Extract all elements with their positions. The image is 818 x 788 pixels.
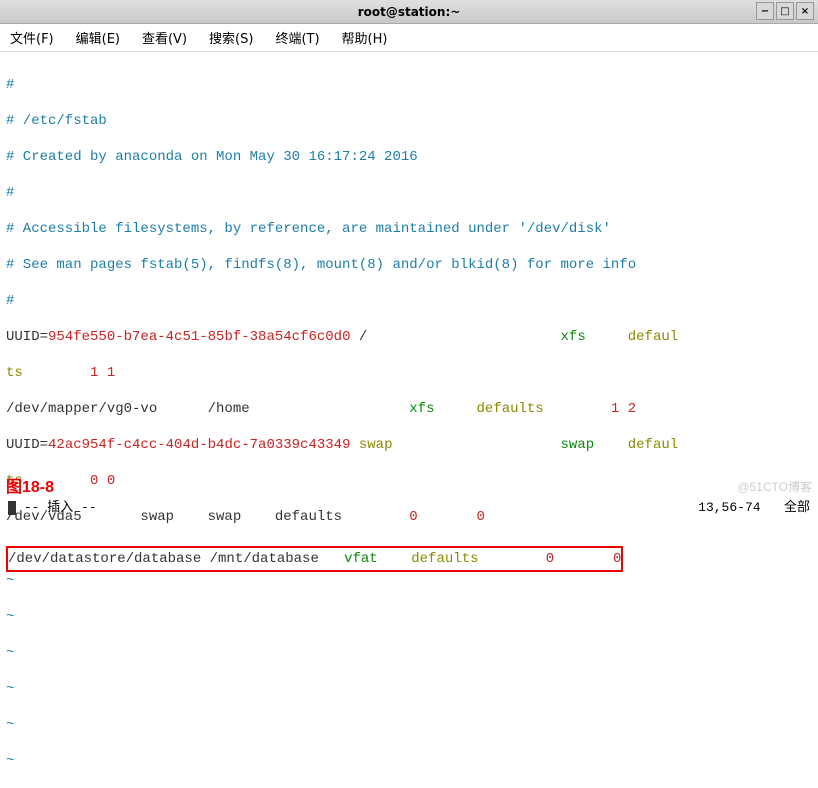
comment-line: # (6, 292, 812, 310)
swap-label: swap (359, 437, 393, 453)
sp (594, 437, 628, 453)
dump-num: 0 (546, 551, 554, 567)
fs-options: defaults (477, 401, 544, 417)
vim-tilde: ~ (6, 680, 812, 698)
device-path: /dev/datastore/database /mnt/database (8, 551, 344, 567)
menu-edit[interactable]: 编辑(E) (72, 26, 124, 49)
sp (554, 551, 613, 567)
comment-line: # See man pages fstab(5), findfs(8), mou… (6, 256, 812, 274)
menubar: 文件(F) 编辑(E) 查看(V) 搜索(S) 终端(T) 帮助(H) (0, 24, 818, 52)
sp (479, 551, 546, 567)
vim-mode-text: -- 插入 -- (24, 500, 97, 515)
cursor-icon (8, 501, 16, 515)
fstab-line-root-wrap: ts 1 1 (6, 364, 812, 382)
comment-line: # (6, 184, 812, 202)
file-percent: 全部 (784, 500, 810, 515)
vim-tilde: ~ (6, 716, 812, 734)
menu-term[interactable]: 终端(T) (271, 26, 323, 49)
sp (586, 329, 628, 345)
uuid-prefix: UUID= (6, 329, 48, 345)
dump-pass: 1 2 (544, 401, 636, 417)
cursor-position: 13,56-74 (698, 500, 760, 515)
vim-tilde: ~ (6, 572, 812, 590)
figure-label: 图18-8 (6, 473, 54, 497)
uuid-prefix: UUID= (6, 437, 48, 453)
fs-options: defaul (628, 437, 678, 453)
fstab-line-root: UUID=954fe550-b7ea-4c51-85bf-38a54cf6c0d… (6, 328, 812, 346)
dump-pass: 1 1 (23, 365, 115, 381)
mount-point: / (350, 329, 560, 345)
vim-tilde: ~ (6, 644, 812, 662)
highlight-box: /dev/datastore/database /mnt/database vf… (6, 546, 623, 572)
comment-line: # Accessible filesystems, by reference, … (6, 220, 812, 238)
fstab-line-swap-wrap: ts 0 0 (6, 472, 812, 490)
menu-help[interactable]: 帮助(H) (338, 26, 392, 49)
sp (392, 437, 560, 453)
minimize-button[interactable]: − (756, 2, 774, 20)
fs-type: swap (561, 437, 595, 453)
sp (434, 401, 476, 417)
comment-line: # Created by anaconda on Mon May 30 16:1… (6, 148, 812, 166)
fs-type: xfs (561, 329, 586, 345)
fs-options: defaults (411, 551, 478, 567)
uuid-value: 42ac954f-c4cc-404d-b4dc-7a0339c43349 (48, 437, 350, 453)
vim-tilde: ~ (6, 752, 812, 770)
titlebar: root@station:~ − □ × (0, 0, 818, 24)
menu-file[interactable]: 文件(F) (6, 26, 58, 49)
window-controls: − □ × (756, 2, 814, 20)
uuid-value: 954fe550-b7ea-4c51-85bf-38a54cf6c0d0 (48, 329, 350, 345)
vim-statusline: -- 插入 -- 13,56-74 全部 (0, 496, 818, 515)
vim-tilde: ~ (6, 608, 812, 626)
window-title: root@station:~ (358, 5, 461, 19)
sp (350, 437, 358, 453)
watermark: @51CTO博客 (737, 478, 812, 495)
fs-type: vfat (344, 551, 378, 567)
fstab-line-home: /dev/mapper/vg0-vo /home xfs defaults 1 … (6, 400, 812, 418)
fstab-line-swap: UUID=42ac954f-c4cc-404d-b4dc-7a0339c4334… (6, 436, 812, 454)
maximize-button[interactable]: □ (776, 2, 794, 20)
sp (378, 551, 412, 567)
device-path: /dev/mapper/vg0-vo /home (6, 401, 409, 417)
pass-num: 0 (613, 551, 621, 567)
menu-search[interactable]: 搜索(S) (205, 26, 257, 49)
menu-view[interactable]: 查看(V) (138, 26, 191, 49)
comment-line: # /etc/fstab (6, 112, 812, 130)
fs-type: xfs (409, 401, 434, 417)
fs-options: defaul (628, 329, 678, 345)
comment-line: # (6, 76, 812, 94)
close-button[interactable]: × (796, 2, 814, 20)
fs-options-wrap: ts (6, 365, 23, 381)
terminal-area[interactable]: # # /etc/fstab # Created by anaconda on … (0, 52, 818, 788)
